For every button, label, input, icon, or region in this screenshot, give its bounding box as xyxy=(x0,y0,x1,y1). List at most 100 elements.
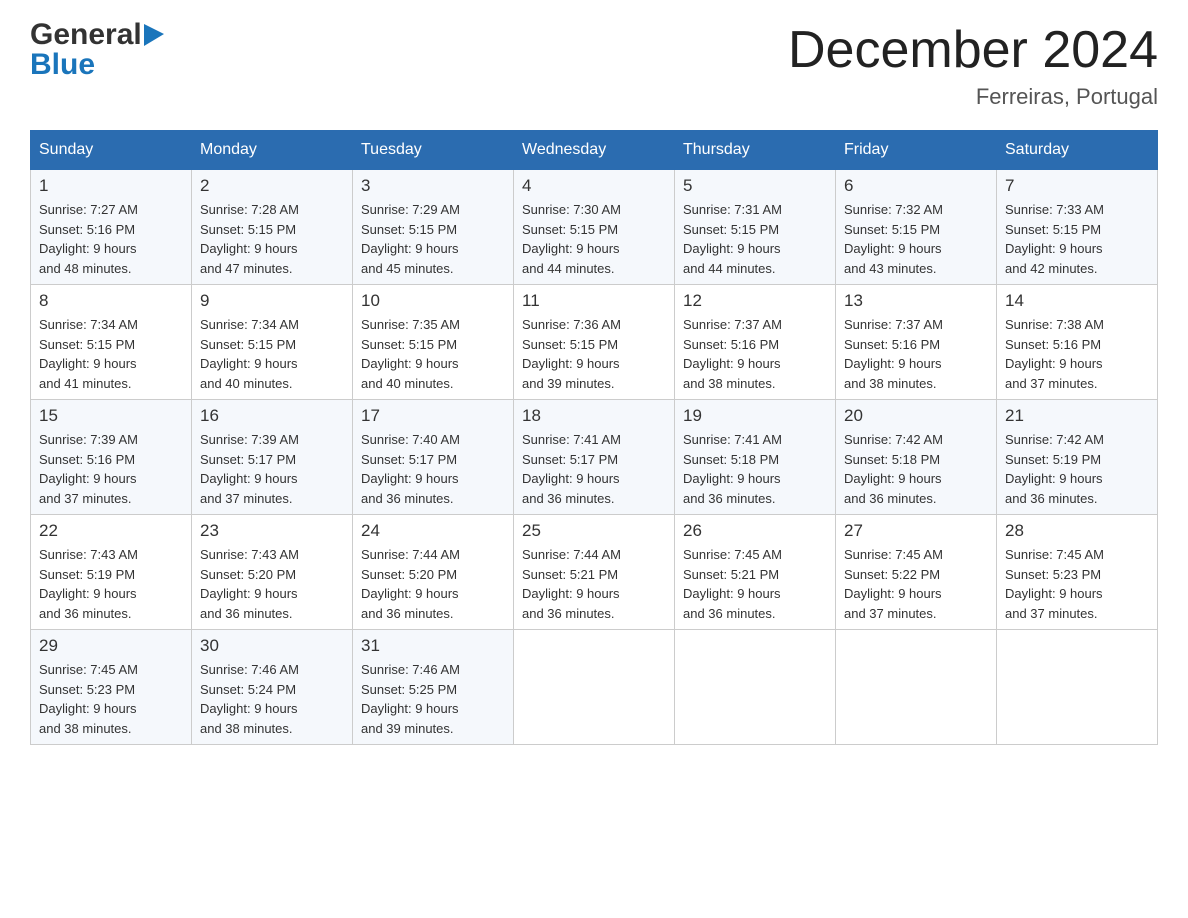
day-number: 25 xyxy=(522,521,666,541)
calendar-day-cell: 2 Sunrise: 7:28 AMSunset: 5:15 PMDaylight… xyxy=(192,170,353,285)
calendar-day-cell: 8 Sunrise: 7:34 AMSunset: 5:15 PMDaylight… xyxy=(31,285,192,400)
calendar-day-cell: 26 Sunrise: 7:45 AMSunset: 5:21 PMDayligh… xyxy=(675,515,836,630)
calendar-table: SundayMondayTuesdayWednesdayThursdayFrid… xyxy=(30,130,1158,745)
day-number: 26 xyxy=(683,521,827,541)
calendar-day-cell: 19Sunrise: 7:41 AMSunset: 5:18 PMDayligh… xyxy=(675,400,836,515)
header-day-sunday: Sunday xyxy=(31,131,192,170)
day-info: Sunrise: 7:32 AMSunset: 5:15 PMDaylight:… xyxy=(844,200,988,278)
calendar-day-cell: 3 Sunrise: 7:29 AMSunset: 5:15 PMDaylight… xyxy=(353,170,514,285)
day-info: Sunrise: 7:35 AMSunset: 5:15 PMDaylight:… xyxy=(361,315,505,393)
day-number: 21 xyxy=(1005,406,1149,426)
calendar-day-cell: 27 Sunrise: 7:45 AMSunset: 5:22 PMDayligh… xyxy=(836,515,997,630)
day-number: 13 xyxy=(844,291,988,311)
day-info: Sunrise: 7:39 AMSunset: 5:16 PMDaylight:… xyxy=(39,430,183,508)
calendar-day-cell xyxy=(836,630,997,745)
calendar-day-cell: 17Sunrise: 7:40 AMSunset: 5:17 PMDayligh… xyxy=(353,400,514,515)
day-number: 10 xyxy=(361,291,505,311)
day-number: 3 xyxy=(361,176,505,196)
day-number: 8 xyxy=(39,291,183,311)
day-number: 4 xyxy=(522,176,666,196)
day-number: 11 xyxy=(522,291,666,311)
calendar-week-row: 15 Sunrise: 7:39 AMSunset: 5:16 PMDayligh… xyxy=(31,400,1158,515)
day-number: 1 xyxy=(39,176,183,196)
calendar-day-cell xyxy=(514,630,675,745)
calendar-day-cell: 21 Sunrise: 7:42 AMSunset: 5:19 PMDayligh… xyxy=(997,400,1158,515)
calendar-day-cell: 6 Sunrise: 7:32 AMSunset: 5:15 PMDaylight… xyxy=(836,170,997,285)
day-number: 31 xyxy=(361,636,505,656)
day-info: Sunrise: 7:33 AMSunset: 5:15 PMDaylight:… xyxy=(1005,200,1149,278)
day-number: 5 xyxy=(683,176,827,196)
day-info: Sunrise: 7:36 AMSunset: 5:15 PMDaylight:… xyxy=(522,315,666,393)
title-block: December 2024 Ferreiras, Portugal xyxy=(788,20,1158,110)
calendar-day-cell: 4Sunrise: 7:30 AMSunset: 5:15 PMDaylight… xyxy=(514,170,675,285)
calendar-day-cell: 29 Sunrise: 7:45 AMSunset: 5:23 PMDayligh… xyxy=(31,630,192,745)
day-info: Sunrise: 7:45 AMSunset: 5:21 PMDaylight:… xyxy=(683,545,827,623)
calendar-day-cell: 25 Sunrise: 7:44 AMSunset: 5:21 PMDayligh… xyxy=(514,515,675,630)
calendar-day-cell: 9Sunrise: 7:34 AMSunset: 5:15 PMDaylight… xyxy=(192,285,353,400)
calendar-week-row: 8 Sunrise: 7:34 AMSunset: 5:15 PMDaylight… xyxy=(31,285,1158,400)
day-info: Sunrise: 7:37 AMSunset: 5:16 PMDaylight:… xyxy=(683,315,827,393)
calendar-day-cell: 18Sunrise: 7:41 AMSunset: 5:17 PMDayligh… xyxy=(514,400,675,515)
day-info: Sunrise: 7:31 AMSunset: 5:15 PMDaylight:… xyxy=(683,200,827,278)
day-info: Sunrise: 7:45 AMSunset: 5:22 PMDaylight:… xyxy=(844,545,988,623)
day-info: Sunrise: 7:46 AMSunset: 5:24 PMDaylight:… xyxy=(200,660,344,738)
calendar-day-cell: 15 Sunrise: 7:39 AMSunset: 5:16 PMDayligh… xyxy=(31,400,192,515)
page-header: General Blue December 2024 Ferreiras, Po… xyxy=(30,20,1158,110)
calendar-day-cell: 23 Sunrise: 7:43 AMSunset: 5:20 PMDayligh… xyxy=(192,515,353,630)
header-day-monday: Monday xyxy=(192,131,353,170)
header-day-friday: Friday xyxy=(836,131,997,170)
calendar-week-row: 22 Sunrise: 7:43 AMSunset: 5:19 PMDayligh… xyxy=(31,515,1158,630)
day-info: Sunrise: 7:27 AMSunset: 5:16 PMDaylight:… xyxy=(39,200,183,278)
day-number: 18 xyxy=(522,406,666,426)
day-info: Sunrise: 7:43 AMSunset: 5:19 PMDaylight:… xyxy=(39,545,183,623)
calendar-week-row: 1 Sunrise: 7:27 AMSunset: 5:16 PMDaylight… xyxy=(31,170,1158,285)
logo-blue-text: Blue xyxy=(30,48,95,81)
day-number: 16 xyxy=(200,406,344,426)
day-number: 9 xyxy=(200,291,344,311)
month-title: December 2024 xyxy=(788,20,1158,80)
day-info: Sunrise: 7:44 AMSunset: 5:20 PMDaylight:… xyxy=(361,545,505,623)
day-info: Sunrise: 7:40 AMSunset: 5:17 PMDaylight:… xyxy=(361,430,505,508)
day-info: Sunrise: 7:37 AMSunset: 5:16 PMDaylight:… xyxy=(844,315,988,393)
day-number: 6 xyxy=(844,176,988,196)
day-info: Sunrise: 7:45 AMSunset: 5:23 PMDaylight:… xyxy=(39,660,183,738)
header-day-thursday: Thursday xyxy=(675,131,836,170)
calendar-day-cell: 12Sunrise: 7:37 AMSunset: 5:16 PMDayligh… xyxy=(675,285,836,400)
day-info: Sunrise: 7:42 AMSunset: 5:19 PMDaylight:… xyxy=(1005,430,1149,508)
calendar-day-cell: 16 Sunrise: 7:39 AMSunset: 5:17 PMDayligh… xyxy=(192,400,353,515)
calendar-day-cell: 31 Sunrise: 7:46 AMSunset: 5:25 PMDayligh… xyxy=(353,630,514,745)
logo-general-text: General xyxy=(30,20,142,50)
day-info: Sunrise: 7:34 AMSunset: 5:15 PMDaylight:… xyxy=(39,315,183,393)
day-number: 30 xyxy=(200,636,344,656)
calendar-day-cell: 7 Sunrise: 7:33 AMSunset: 5:15 PMDaylight… xyxy=(997,170,1158,285)
day-number: 15 xyxy=(39,406,183,426)
day-info: Sunrise: 7:29 AMSunset: 5:15 PMDaylight:… xyxy=(361,200,505,278)
day-number: 2 xyxy=(200,176,344,196)
day-info: Sunrise: 7:43 AMSunset: 5:20 PMDaylight:… xyxy=(200,545,344,623)
logo-triangle-icon xyxy=(144,24,164,46)
day-info: Sunrise: 7:38 AMSunset: 5:16 PMDaylight:… xyxy=(1005,315,1149,393)
day-info: Sunrise: 7:39 AMSunset: 5:17 PMDaylight:… xyxy=(200,430,344,508)
day-info: Sunrise: 7:28 AMSunset: 5:15 PMDaylight:… xyxy=(200,200,344,278)
day-number: 22 xyxy=(39,521,183,541)
day-info: Sunrise: 7:42 AMSunset: 5:18 PMDaylight:… xyxy=(844,430,988,508)
calendar-day-cell: 1 Sunrise: 7:27 AMSunset: 5:16 PMDaylight… xyxy=(31,170,192,285)
day-number: 7 xyxy=(1005,176,1149,196)
calendar-day-cell: 11 Sunrise: 7:36 AMSunset: 5:15 PMDayligh… xyxy=(514,285,675,400)
calendar-day-cell: 20Sunrise: 7:42 AMSunset: 5:18 PMDayligh… xyxy=(836,400,997,515)
header-day-tuesday: Tuesday xyxy=(353,131,514,170)
day-info: Sunrise: 7:44 AMSunset: 5:21 PMDaylight:… xyxy=(522,545,666,623)
day-number: 23 xyxy=(200,521,344,541)
day-number: 14 xyxy=(1005,291,1149,311)
location-subtitle: Ferreiras, Portugal xyxy=(788,84,1158,110)
day-number: 29 xyxy=(39,636,183,656)
calendar-body: 1 Sunrise: 7:27 AMSunset: 5:16 PMDaylight… xyxy=(31,170,1158,745)
calendar-day-cell: 30 Sunrise: 7:46 AMSunset: 5:24 PMDayligh… xyxy=(192,630,353,745)
day-info: Sunrise: 7:45 AMSunset: 5:23 PMDaylight:… xyxy=(1005,545,1149,623)
day-number: 19 xyxy=(683,406,827,426)
day-number: 28 xyxy=(1005,521,1149,541)
calendar-day-cell: 14 Sunrise: 7:38 AMSunset: 5:16 PMDayligh… xyxy=(997,285,1158,400)
day-number: 27 xyxy=(844,521,988,541)
day-info: Sunrise: 7:46 AMSunset: 5:25 PMDaylight:… xyxy=(361,660,505,738)
calendar-day-cell: 10 Sunrise: 7:35 AMSunset: 5:15 PMDayligh… xyxy=(353,285,514,400)
